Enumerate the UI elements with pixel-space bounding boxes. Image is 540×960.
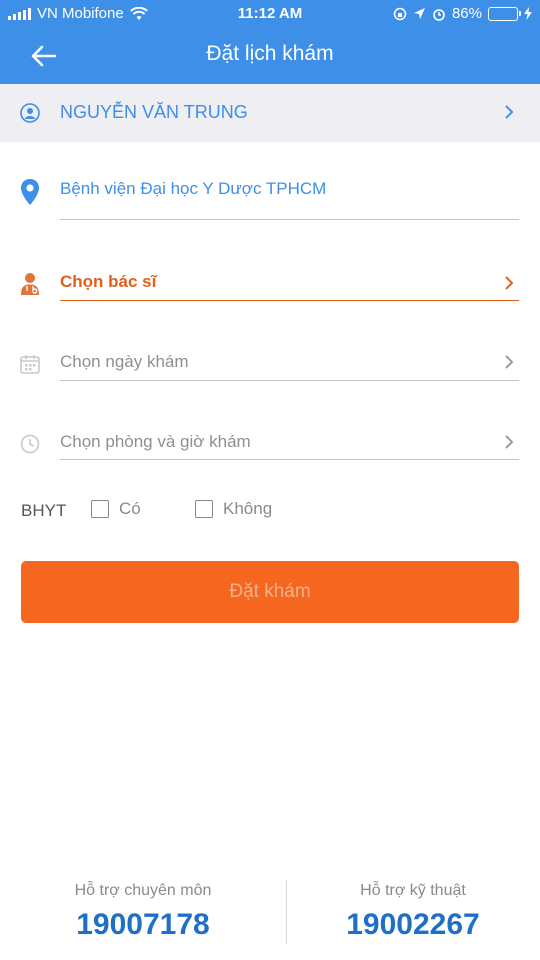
bhyt-no-checkbox[interactable]: Không [195,499,272,519]
bhyt-yes-checkbox[interactable]: Có [91,499,141,519]
user-icon [20,103,40,123]
battery-icon [488,6,521,21]
professional-support: Hỗ trợ chuyên môn 19007178 [8,872,278,942]
hospital-name: Bệnh viện Đại học Y Dược TPHCM [60,179,327,198]
bhyt-row: BHYT Có Không [0,496,540,526]
patient-selector[interactable]: NGUYỄN VĂN TRUNG [0,84,540,142]
alarm-icon [433,8,445,21]
technical-support-phone[interactable]: 19002267 [278,908,540,942]
checkbox-box[interactable] [195,500,213,518]
battery-percent: 86% [451,5,482,22]
chevron-right-icon [505,276,514,290]
doctor-underline [60,300,519,301]
checkbox-box[interactable] [91,500,109,518]
room-time-underline [60,459,519,460]
location-icon [413,8,425,19]
status-right: 86% [393,5,532,22]
book-appointment-button[interactable]: Đặt khám [21,561,519,623]
doctor-field[interactable]: Chọn bác sĩ [0,262,540,322]
doctor-icon [21,273,39,295]
room-time-field[interactable]: Chọn phòng và giờ khám [0,422,540,482]
clock-icon [20,434,40,454]
hospital-underline [60,219,519,220]
calendar-icon [20,355,40,374]
chevron-right-icon [505,355,514,369]
bhyt-yes-label: Có [119,499,141,518]
support-footer: Hỗ trợ chuyên môn 19007178 Hỗ trợ kỹ thu… [0,872,540,952]
patient-name: NGUYỄN VĂN TRUNG [60,102,248,122]
chevron-right-icon [505,105,514,119]
nav-bar: Đặt lịch khám [0,28,540,84]
date-field[interactable]: Chọn ngày khám [0,342,540,402]
date-placeholder: Chọn ngày khám [60,352,189,371]
charging-icon [524,7,532,20]
date-underline [60,380,519,381]
professional-support-phone[interactable]: 19007178 [8,908,278,942]
orientation-lock-icon [393,7,407,20]
bhyt-label: BHYT [21,501,67,520]
location-pin-icon [21,179,39,205]
bhyt-no-label: Không [223,499,273,518]
professional-support-label: Hỗ trợ chuyên môn [74,882,212,899]
technical-support-label: Hỗ trợ kỹ thuật [360,882,466,899]
page-title: Đặt lịch khám [206,42,334,65]
status-bar: VN Mobifone 11:12 AM 86% [0,0,540,28]
chevron-right-icon [505,435,514,449]
app-header: VN Mobifone 11:12 AM 86% Đặt lịch khám [0,0,540,84]
room-time-placeholder: Chọn phòng và giờ khám [60,432,251,451]
hospital-field[interactable]: Bệnh viện Đại học Y Dược TPHCM [0,168,540,228]
technical-support: Hỗ trợ kỹ thuật 19002267 [278,872,540,942]
doctor-label: Chọn bác sĩ [60,272,157,291]
